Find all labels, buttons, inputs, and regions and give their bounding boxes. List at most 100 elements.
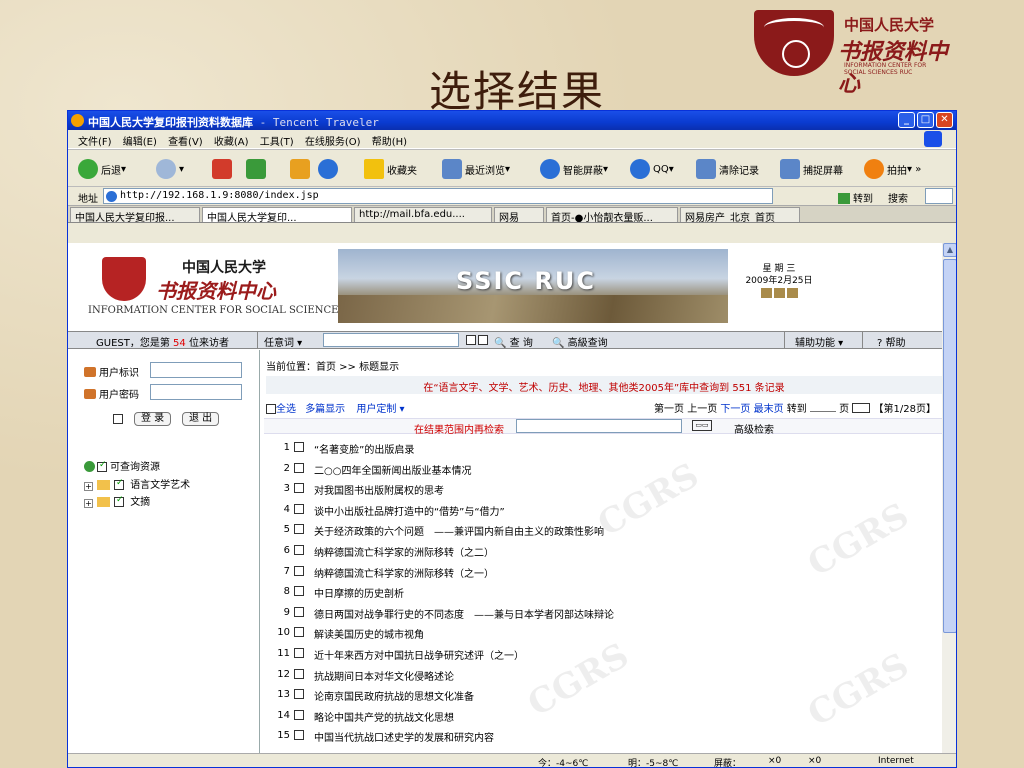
menu-file[interactable]: 文件(F) (78, 137, 112, 148)
password-input[interactable] (150, 384, 242, 400)
address-input[interactable]: http://192.168.1.9:8080/index.jsp (103, 188, 773, 204)
multi-show-link[interactable]: 多篇显示 (305, 404, 345, 415)
result-row[interactable]: 8 中日摩擦的历史剖析 (264, 583, 942, 604)
help-button[interactable]: ? 帮助 (862, 332, 942, 349)
qq-button[interactable]: QQ ▾ (630, 159, 674, 179)
result-checkbox[interactable] (294, 668, 304, 679)
result-title[interactable]: 中日摩擦的历史剖析 (314, 585, 404, 600)
result-title[interactable]: 中国当代抗战口述史学的发展和研究内容 (314, 729, 494, 744)
search-button[interactable]: 🔍 查 询 (494, 334, 533, 349)
result-title[interactable]: 近十年来西方对中国抗日战争研究述评（之一） (314, 647, 524, 662)
login-button[interactable]: 登 录 (134, 412, 172, 426)
menu-favorites[interactable]: 收藏(A) (214, 137, 249, 148)
last-page[interactable]: 最末页 (754, 404, 784, 415)
result-checkbox[interactable] (294, 483, 304, 494)
resource-item-digest[interactable]: + 文摘 (84, 493, 150, 508)
result-checkbox[interactable] (294, 565, 304, 576)
result-row[interactable]: 12 抗战期间日本对华文化侵略述论 (264, 666, 942, 687)
result-row[interactable]: 3 对我国图书出版附属权的思考 (264, 480, 942, 501)
tab-house[interactable]: 网易房产_北京_首页 (680, 207, 800, 222)
result-title[interactable]: 略论中国共产党的抗战文化思想 (314, 709, 454, 724)
result-checkbox[interactable] (294, 442, 304, 452)
tab-ruc-1[interactable]: 中国人民大学复印报... (70, 207, 200, 222)
select-all-checkbox[interactable] (266, 404, 276, 414)
expand-icon[interactable]: + (84, 499, 93, 508)
functions-menu[interactable]: 辅助功能 ▾ (784, 332, 862, 349)
result-title[interactable]: 谈中小出版社品牌打造中的“借势”与“借力” (314, 503, 505, 518)
result-title[interactable]: “名著变脸”的出版启录 (314, 441, 414, 456)
go-button[interactable]: 转到 (838, 190, 873, 205)
result-title[interactable]: 德日两国对战争罪行史的不同态度 ——兼与日本学者冈部达味辩论 (314, 606, 614, 621)
advanced-search-link[interactable]: 高级检索 (734, 421, 774, 436)
result-row[interactable]: 10 解读美国历史的城市视角 (264, 624, 942, 645)
result-row[interactable]: 15 中国当代抗战口述史学的发展和研究内容 (264, 727, 942, 748)
tab-shop[interactable]: 首页-●小怡靓衣量贩... (546, 207, 678, 222)
scroll-up-icon[interactable]: ▲ (943, 243, 956, 257)
result-checkbox[interactable] (294, 462, 304, 473)
remember-checkbox[interactable] (113, 414, 123, 424)
result-checkbox[interactable] (294, 689, 304, 700)
result-row[interactable]: 11 近十年来西方对中国抗日战争研究述评（之一） (264, 645, 942, 666)
result-row[interactable]: 14 略论中国共产党的抗战文化思想 (264, 707, 942, 728)
result-checkbox[interactable] (294, 524, 304, 535)
scroll-thumb[interactable] (943, 259, 956, 633)
resource-tree-root[interactable]: 可查询资源 (84, 458, 160, 473)
clear-history-button[interactable]: 清除记录 (696, 159, 759, 179)
tab-163[interactable]: 网易 (494, 207, 544, 222)
search-within-input[interactable] (516, 419, 682, 433)
result-row[interactable]: 9 德日两国对战争罪行史的不同态度 ——兼与日本学者冈部达味辩论 (264, 604, 942, 625)
result-checkbox[interactable] (294, 586, 304, 597)
result-row[interactable]: 6 纳粹德国流亡科学家的洲际移转（之二） (264, 542, 942, 563)
result-row[interactable]: 2 二○○四年全国新闻出版业基本情况 (264, 460, 942, 481)
result-title[interactable]: 纳粹德国流亡科学家的洲际移转（之二） (314, 544, 494, 559)
result-title[interactable]: 纳粹德国流亡科学家的洲际移转（之一） (314, 565, 494, 580)
vertical-scrollbar[interactable]: ▲ ▼ (942, 243, 956, 767)
menu-help[interactable]: 帮助(H) (372, 137, 407, 148)
minimize-button[interactable]: _ (898, 112, 915, 128)
result-checkbox[interactable] (294, 627, 304, 638)
capture-screen-button[interactable]: 捕捉屏幕 (780, 159, 843, 179)
menu-edit[interactable]: 编辑(E) (123, 137, 157, 148)
keyboard-icon[interactable]: ▭▭ (692, 420, 712, 431)
tab-ruc-2[interactable]: 中国人民大学复印... (202, 207, 352, 222)
result-row[interactable]: 13 论南京国民政府抗战的思想文化准备 (264, 686, 942, 707)
tab-mail[interactable]: http://mail.bfa.edu.... (354, 207, 492, 222)
maximize-button[interactable]: □ (917, 112, 934, 128)
resource-item-literature[interactable]: + 语言文学艺术 (84, 476, 190, 491)
first-page[interactable]: 第一页 (654, 404, 684, 415)
window-titlebar[interactable]: 中国人民大学复印报刊资料数据库 - Tencent Traveler _ □ ✕ (68, 111, 956, 130)
bookmark-small-icon[interactable] (786, 288, 798, 298)
literature-checkbox[interactable] (114, 478, 124, 490)
field-select[interactable]: 任意词 ▾ (264, 334, 302, 349)
result-checkbox[interactable] (294, 544, 304, 555)
home-button[interactable] (290, 159, 313, 179)
advanced-search-link[interactable]: 🔍 高級查询 (552, 334, 608, 349)
favorites-button[interactable]: 收藏夹 (364, 159, 417, 179)
result-title[interactable]: 二○○四年全国新闻出版业基本情况 (314, 462, 471, 477)
go-page-button[interactable] (852, 403, 871, 413)
back-button[interactable]: 后退 ▾ (78, 159, 126, 179)
recent-button[interactable]: 最近浏览 ▾ (442, 159, 510, 179)
result-checkbox[interactable] (294, 606, 304, 617)
digest-checkbox[interactable] (114, 495, 124, 507)
mail-small-icon[interactable] (773, 288, 785, 298)
result-title[interactable]: 对我国图书出版附属权的思考 (314, 482, 444, 497)
select-all-link[interactable]: 全选 (276, 404, 296, 415)
menu-view[interactable]: 查看(V) (168, 137, 203, 148)
result-row[interactable]: 7 纳粹德国流亡科学家的洲际移转（之一） (264, 563, 942, 584)
resources-checkbox[interactable] (97, 460, 107, 472)
refresh-button[interactable] (246, 159, 269, 179)
user-id-input[interactable] (150, 362, 242, 378)
expand-icon[interactable]: + (84, 482, 93, 491)
menu-tools[interactable]: 工具(T) (260, 137, 294, 148)
logout-button[interactable]: 退 出 (182, 412, 220, 426)
result-title[interactable]: 解读美国历史的城市视角 (314, 626, 424, 641)
result-title[interactable]: 关于经济政策的六个问题 ——兼评国内新自由主义的政策性影响 (314, 523, 604, 538)
history-button[interactable] (318, 159, 341, 179)
result-checkbox[interactable] (294, 503, 304, 514)
close-button[interactable]: ✕ (936, 112, 953, 128)
result-checkbox[interactable] (294, 730, 304, 741)
result-row[interactable]: 5 关于经济政策的六个问题 ——兼评国内新自由主义的政策性影响 (264, 521, 942, 542)
stop-button[interactable] (212, 159, 235, 179)
result-title[interactable]: 抗战期间日本对华文化侵略述论 (314, 668, 454, 683)
